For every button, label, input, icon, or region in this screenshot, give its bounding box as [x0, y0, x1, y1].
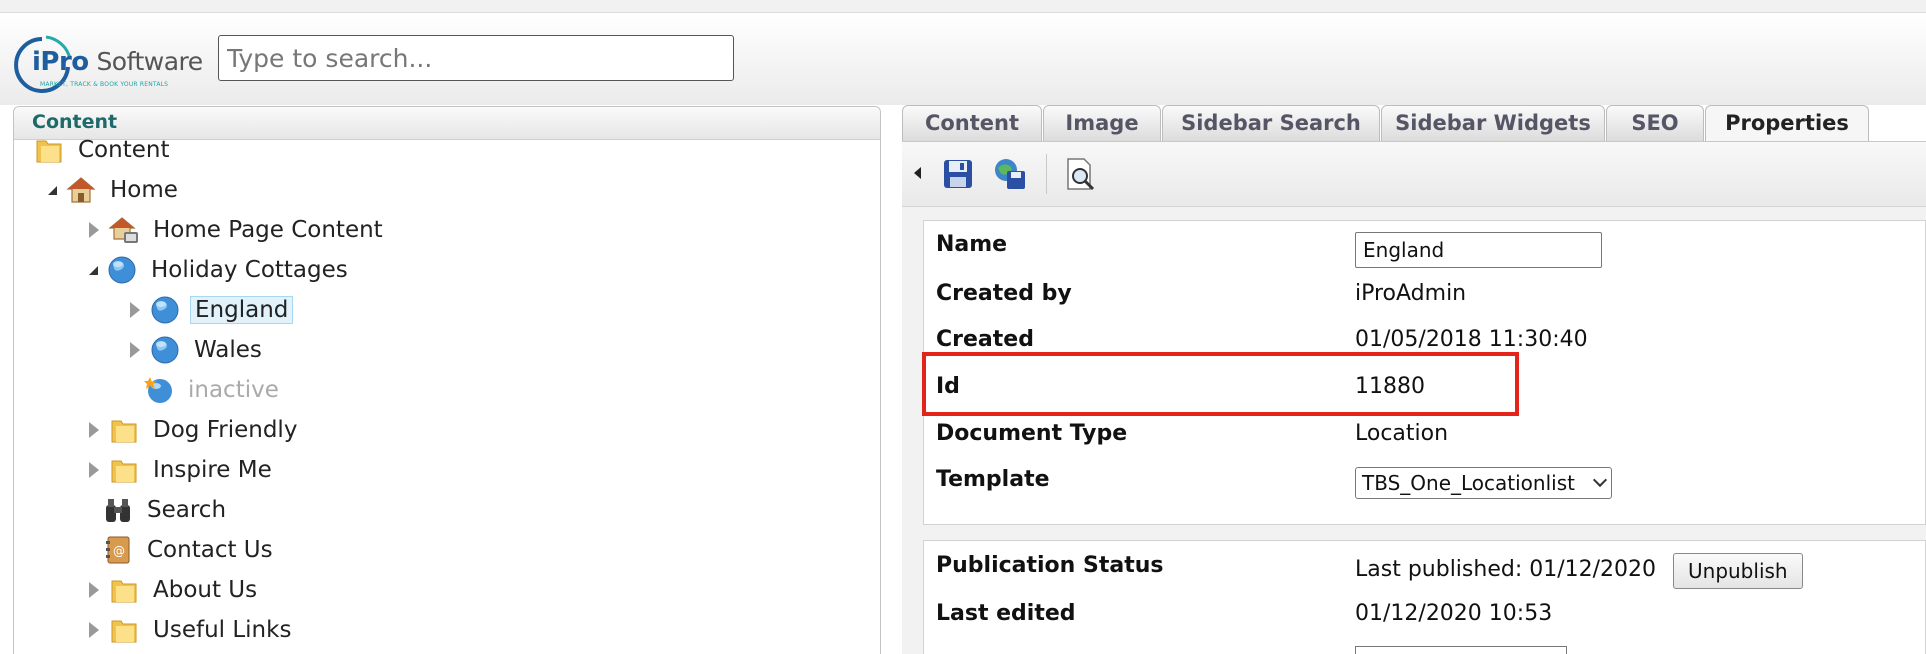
tree-node[interactable]: Home	[48, 172, 182, 208]
toolbar-separator	[1046, 154, 1047, 194]
folder-icon	[34, 135, 64, 165]
publish-date-field[interactable]	[1355, 646, 1567, 654]
folder-icon	[109, 415, 139, 445]
collapsed-arrow-icon[interactable]	[89, 622, 99, 638]
home-icon	[66, 175, 96, 205]
address-book-icon: @	[103, 535, 133, 565]
editor-toolbar	[902, 141, 1926, 207]
collapsed-arrow-icon[interactable]	[89, 582, 99, 598]
tree-node-label: Dog Friendly	[153, 417, 298, 443]
home-content-icon	[108, 215, 139, 245]
collapsed-arrow-icon[interactable]	[130, 302, 140, 318]
unpublish-button[interactable]: Unpublish	[1673, 553, 1803, 589]
save-publish-icon[interactable]	[992, 156, 1028, 192]
last-published-text: Last published: 01/12/2020	[1355, 557, 1657, 582]
tree-node[interactable]: @ Contact Us	[103, 532, 277, 568]
tab-sidebar-widgets[interactable]: Sidebar Widgets	[1381, 105, 1605, 141]
expanded-arrow-icon[interactable]	[89, 265, 98, 275]
tree-panel-title: Content	[32, 111, 118, 133]
tree-node-label: Useful Links	[153, 617, 292, 643]
name-label: Name	[936, 232, 1008, 257]
expanded-arrow-icon[interactable]	[48, 185, 57, 195]
preview-icon[interactable]	[1062, 156, 1098, 192]
template-select-value: TBS_One_Locationlist	[1362, 471, 1575, 495]
tree-node[interactable]: Wales	[130, 332, 266, 368]
save-icon[interactable]	[940, 156, 976, 192]
collapsed-arrow-icon[interactable]	[89, 222, 99, 238]
tree-node-label: inactive	[188, 377, 279, 403]
created-value: 01/05/2018 11:30:40	[1355, 327, 1588, 352]
created-by-label: Created by	[936, 281, 1072, 306]
name-field[interactable]	[1355, 232, 1602, 268]
template-select[interactable]: TBS_One_Locationlist	[1355, 467, 1612, 499]
chevron-down-icon	[1592, 472, 1608, 488]
folder-icon	[109, 615, 139, 645]
tab-seo[interactable]: SEO	[1606, 105, 1704, 141]
id-highlight-box	[922, 352, 1519, 416]
tree-node[interactable]: England	[130, 292, 294, 328]
tree-node-label: Holiday Cottages	[151, 257, 348, 283]
tab-image[interactable]: Image	[1043, 105, 1161, 141]
tree-node[interactable]: About Us	[89, 572, 261, 608]
tree-node[interactable]: Content	[34, 132, 173, 168]
folder-icon	[109, 455, 139, 485]
collapsed-arrow-icon[interactable]	[89, 462, 99, 478]
tree-node[interactable]: inactive	[144, 372, 283, 408]
tree-node-label: Home	[110, 177, 178, 203]
tree-node-label: England	[190, 296, 294, 324]
tree-node[interactable]: Inspire Me	[89, 452, 276, 488]
last-edited-label: Last edited	[936, 601, 1076, 626]
ipro-logo[interactable]: iPro Software MARKET, TRACK & BOOK YOUR …	[10, 33, 203, 97]
tree-node-label: Content	[78, 137, 170, 163]
template-label: Template	[936, 467, 1050, 492]
collapse-arrow-icon[interactable]	[914, 167, 921, 179]
tree-node[interactable]: Search	[103, 492, 230, 528]
tree-node-label: About Us	[153, 577, 258, 603]
tree-node[interactable]: Holiday Cottages	[89, 252, 352, 288]
folder-icon	[109, 575, 139, 605]
tree-node-label: Contact Us	[147, 537, 273, 563]
browser-top-strip	[0, 0, 1926, 13]
globe-icon	[150, 295, 180, 325]
tree-node-label: Search	[147, 497, 227, 523]
globe-icon	[107, 255, 137, 285]
tree-node-label: Inspire Me	[153, 457, 272, 483]
globe-icon	[150, 335, 180, 365]
tree-node-label: Home Page Content	[153, 217, 383, 243]
tab-sidebar-search[interactable]: Sidebar Search	[1162, 105, 1380, 141]
collapsed-arrow-icon[interactable]	[130, 342, 140, 358]
tree-node[interactable]: Useful Links	[89, 612, 295, 648]
binoculars-icon	[103, 495, 133, 525]
document-type-value: Location	[1355, 421, 1449, 446]
last-edited-value: 01/12/2020 10:53	[1355, 601, 1553, 626]
logo-tagline: MARKET, TRACK & BOOK YOUR RENTALS	[40, 81, 169, 88]
created-by-value: iProAdmin	[1355, 281, 1467, 306]
tree-node[interactable]: Dog Friendly	[89, 412, 301, 448]
svg-text:@: @	[113, 544, 125, 558]
tree-node-label: Wales	[194, 337, 262, 363]
tree-node[interactable]: Home Page Content	[89, 212, 387, 248]
globe-new-icon	[144, 375, 174, 405]
tab-content[interactable]: Content	[902, 105, 1042, 141]
collapsed-arrow-icon[interactable]	[89, 422, 99, 438]
document-type-label: Document Type	[936, 421, 1128, 446]
tab-properties[interactable]: Properties	[1705, 105, 1869, 142]
search-input[interactable]	[218, 35, 734, 81]
publication-status-label: Publication Status	[936, 553, 1164, 578]
created-label: Created	[936, 327, 1034, 352]
